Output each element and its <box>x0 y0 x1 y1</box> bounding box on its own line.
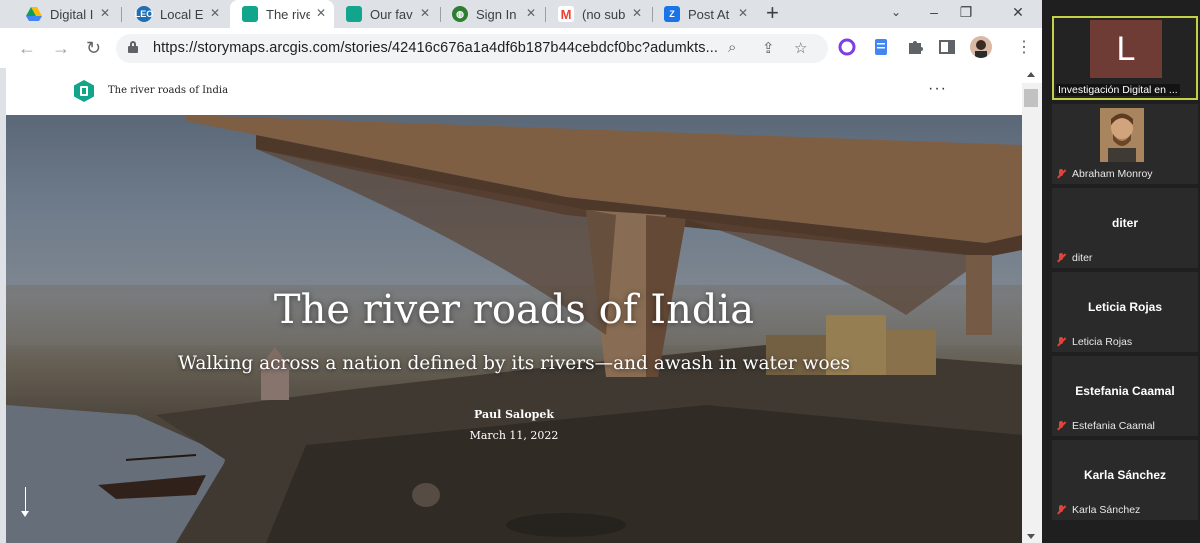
zoho-icon: Z <box>664 6 680 22</box>
new-tab-button[interactable]: + <box>766 2 779 24</box>
gmail-icon: M <box>558 6 574 22</box>
participant-tile-active[interactable]: L Investigación Digital en ... <box>1052 16 1198 100</box>
side-panel-icon[interactable] <box>938 38 956 56</box>
participant-tile[interactable]: Karla Sánchez Karla Sánchez <box>1052 440 1198 520</box>
tab-title: Sign In <box>476 6 517 22</box>
extension-circle-icon[interactable] <box>838 38 856 56</box>
participant-display-name: Estefania Caamal <box>1075 384 1175 398</box>
participant-footer: Abraham Monroy <box>1056 168 1153 180</box>
tab-divider <box>121 7 122 22</box>
back-arrow-icon[interactable]: ← <box>18 37 36 59</box>
bookmark-star-icon[interactable]: ☆ <box>794 39 807 57</box>
close-icon[interactable]: ✕ <box>210 6 220 20</box>
participant-display-name: diter <box>1111 216 1138 230</box>
participant-name: Abraham Monroy <box>1072 168 1153 180</box>
forward-arrow-icon[interactable]: → <box>52 37 70 59</box>
participant-display-name: Karla Sánchez <box>1083 468 1167 482</box>
close-icon[interactable]: ✕ <box>738 6 748 20</box>
minimize-button[interactable]: – <box>916 0 952 24</box>
browser-menu-icon[interactable]: ⋮ <box>1016 37 1032 59</box>
participant-name: Karla Sánchez <box>1072 504 1141 516</box>
mic-muted-icon <box>1056 169 1066 179</box>
url-text: https://storymaps.arcgis.com/stories/424… <box>153 40 718 56</box>
avatar: L <box>1090 20 1162 78</box>
close-icon[interactable]: ✕ <box>316 6 326 20</box>
storymaps-logo-icon[interactable] <box>74 80 94 102</box>
tab-post[interactable]: Z Post At ✕ <box>652 0 756 28</box>
tab-gmail[interactable]: M (no sub ✕ <box>546 0 650 28</box>
zoom-icon[interactable]: ⌕ <box>728 39 736 56</box>
document-extension-icon[interactable] <box>872 38 890 56</box>
globe-icon: ◍ <box>452 6 468 22</box>
mic-muted-icon <box>1056 253 1066 263</box>
storymaps-icon <box>346 6 362 22</box>
scroll-down-arrow-icon[interactable] <box>20 487 32 521</box>
storymap-header: The river roads of India ··· <box>6 68 1022 115</box>
participant-tile[interactable]: Leticia Rojas Leticia Rojas <box>1052 272 1198 352</box>
tab-digital[interactable]: Digital I ✕ <box>14 0 118 28</box>
story-author: Paul Salopek <box>473 408 554 421</box>
participant-tile[interactable]: Abraham Monroy <box>1052 104 1198 184</box>
mic-muted-icon <box>1056 337 1066 347</box>
tab-river-roads[interactable]: The rive ✕ <box>230 0 334 28</box>
profile-avatar[interactable] <box>970 36 992 58</box>
scrollbar-thumb[interactable] <box>1024 89 1038 107</box>
tab-our-fav[interactable]: Our fav ✕ <box>334 0 438 28</box>
meeting-participants-panel: L Investigación Digital en ... Abraham M… <box>1042 0 1200 543</box>
story-subtitle: Walking across a nation defined by its r… <box>177 353 851 374</box>
story-date: March 11, 2022 <box>469 429 559 442</box>
maximize-button[interactable]: ❐ <box>948 0 984 24</box>
reload-icon[interactable]: ↻ <box>86 37 101 59</box>
leo-icon: LEO <box>135 6 153 22</box>
story-title: The river roads of India <box>273 287 755 333</box>
participant-footer: Leticia Rojas <box>1056 336 1132 348</box>
storymaps-icon <box>242 6 258 22</box>
close-icon[interactable]: ✕ <box>632 6 642 20</box>
close-window-button[interactable]: ✕ <box>1000 0 1036 24</box>
hero-image: The river roads of India Walking across … <box>6 115 1022 543</box>
participant-name: Leticia Rojas <box>1072 336 1133 348</box>
avatar <box>1100 108 1144 162</box>
tab-local[interactable]: LEO Local Er ✕ <box>124 0 228 28</box>
more-options-icon[interactable]: ··· <box>928 80 947 98</box>
address-bar[interactable]: https://storymaps.arcgis.com/stories/424… <box>116 34 828 63</box>
lock-icon <box>128 41 138 53</box>
page-viewport: The river roads of India ··· The river r… <box>6 68 1042 543</box>
mic-muted-icon <box>1056 421 1066 431</box>
participant-display-name: Leticia Rojas <box>1087 300 1163 314</box>
close-icon[interactable]: ✕ <box>420 6 430 20</box>
participant-name: diter <box>1072 252 1093 264</box>
share-icon[interactable]: ⇪ <box>762 39 775 57</box>
header-story-title: The river roads of India <box>108 85 229 96</box>
page-scrollbar[interactable] <box>1022 72 1042 543</box>
participant-tile[interactable]: diter diter <box>1052 188 1198 268</box>
mic-muted-icon <box>1056 505 1066 515</box>
google-drive-icon <box>26 6 42 22</box>
scroll-up-arrow-icon[interactable] <box>1027 72 1035 77</box>
close-icon[interactable]: ✕ <box>100 6 110 20</box>
participant-name: Investigación Digital en ... <box>1056 84 1180 96</box>
participant-name: Estefania Caamal <box>1072 420 1155 432</box>
tab-sign-in[interactable]: ◍ Sign In ✕ <box>440 0 544 28</box>
tab-strip: Digital I ✕ LEO Local Er ✕ The rive ✕ Ou… <box>0 0 1042 28</box>
scroll-down-icon[interactable] <box>1027 534 1035 539</box>
tab-title: Digital I <box>50 6 94 22</box>
tab-title: (no sub <box>582 6 626 22</box>
participant-footer: Estefania Caamal <box>1056 420 1155 432</box>
tab-title: Local Er <box>160 6 204 22</box>
tab-search-icon[interactable]: ⌄ <box>878 0 914 24</box>
browser-toolbar: ← → ↻ https://storymaps.arcgis.com/stori… <box>0 28 1042 68</box>
tab-title: Post At <box>688 6 730 22</box>
participant-footer: Karla Sánchez <box>1056 504 1140 516</box>
participant-tile[interactable]: Estefania Caamal Estefania Caamal <box>1052 356 1198 436</box>
close-icon[interactable]: ✕ <box>526 6 536 20</box>
puzzle-extensions-icon[interactable] <box>906 38 924 56</box>
tab-title: Our fav <box>370 6 413 22</box>
tab-title: The rive <box>266 6 310 22</box>
participant-footer: diter <box>1056 252 1092 264</box>
browser-window: Digital I ✕ LEO Local Er ✕ The rive ✕ Ou… <box>0 0 1042 543</box>
